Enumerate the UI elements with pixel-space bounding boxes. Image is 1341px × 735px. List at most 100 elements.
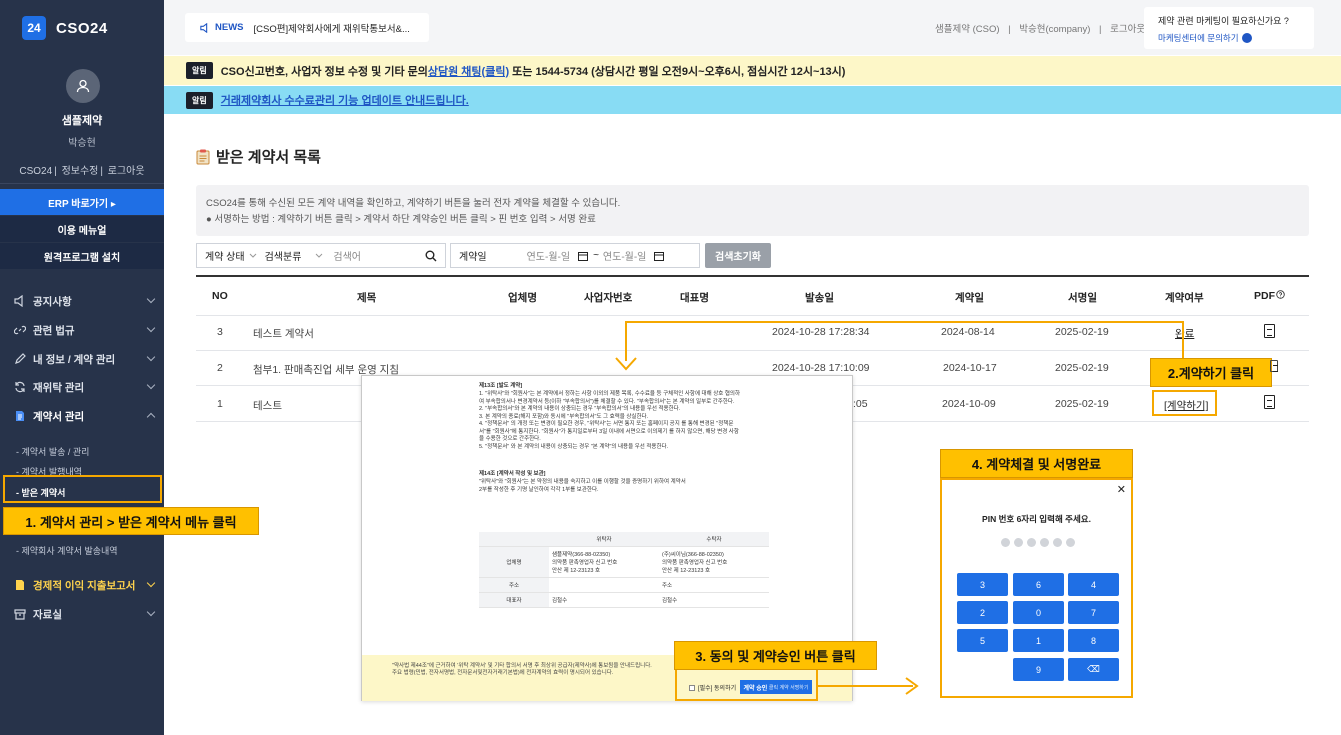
sidebar: 24 CSO24 샘플제약 박승현 CSO24 | 정보수정 | 로그아웃 ERP …	[0, 0, 164, 735]
menu-label: 계약서 관리	[33, 410, 85, 423]
manual-button[interactable]: 이용 메뉴얼	[0, 216, 164, 242]
section-title: 제14조 [계약서 작성 및 보관]	[479, 471, 546, 477]
row-divider	[196, 315, 1309, 316]
callout-step3: 3. 동의 및 계약승인 버튼 클릭	[674, 641, 877, 670]
help-icon[interactable]	[1276, 290, 1285, 299]
th-no: NO	[212, 290, 228, 302]
top-links: 샘플제약 (CSO) | 박승현(company) | 로그아웃	[932, 21, 1148, 35]
close-icon[interactable]: ✕	[1117, 483, 1126, 496]
search-filter: 계약 상태 검색분류 검색어	[196, 243, 446, 268]
menu-label: 관련 법규	[33, 324, 75, 337]
clipboard-icon	[196, 149, 210, 164]
speaker-icon	[200, 22, 208, 33]
chevron-up-icon	[146, 412, 156, 422]
chevron-down-icon	[146, 607, 156, 617]
menu-archive[interactable]: 자료실	[14, 604, 156, 624]
submenu-pharma-sent[interactable]: - 제약회사 계약서 발송내역	[16, 544, 118, 557]
refresh-icon	[15, 381, 25, 393]
marketing-promo[interactable]: 제약 관련 마케팅이 필요하신가요 ? 마케팅센터에 문의하기	[1144, 7, 1314, 49]
logout-link[interactable]: 로그아웃	[1110, 24, 1145, 35]
logo[interactable]: 24 CSO24	[22, 16, 108, 40]
pin-key[interactable]: 5	[957, 629, 1008, 652]
page-title-text: 받은 계약서 목록	[216, 149, 321, 166]
separator: |	[1008, 24, 1011, 35]
pin-key[interactable]: 8	[1068, 629, 1119, 652]
submenu-contract-send[interactable]: - 계약서 발송 / 관리	[16, 445, 89, 458]
search-input[interactable]: 검색어	[333, 248, 425, 263]
notice-bar-update: 알림 거래제약회사 수수료관리 기능 업데이트 안내드립니다.	[164, 86, 1341, 114]
notice-badge: 알림	[186, 91, 213, 109]
promo-link[interactable]: 마케팅센터에 문의하기	[1158, 32, 1314, 44]
reset-button[interactable]: 검색초기화	[705, 243, 771, 268]
highlight-received-contracts	[3, 475, 162, 503]
date-from-input[interactable]: 연도-월-일	[527, 248, 570, 263]
menu-notice[interactable]: 공지사항	[14, 291, 156, 311]
company-link[interactable]: 샘플제약 (CSO)	[935, 24, 1000, 35]
backspace-icon[interactable]: ⌫	[1068, 658, 1119, 681]
separator: |	[1099, 24, 1102, 35]
chevron-down-icon	[146, 352, 156, 362]
update-notice-link[interactable]: 거래제약회사 수수료관리 기능 업데이트 안내드립니다.	[221, 92, 469, 108]
calendar-icon[interactable]	[654, 251, 665, 261]
cell-title[interactable]: 테스트	[253, 398, 282, 413]
pin-key[interactable]: 6	[1013, 573, 1064, 596]
cell-contract: 2024-10-09	[942, 398, 996, 410]
table-top-border	[196, 275, 1309, 277]
edit-info-link[interactable]: 정보수정	[62, 166, 99, 177]
pin-key[interactable]: 1	[1013, 629, 1064, 652]
cell-sent: :05	[853, 398, 868, 410]
cell-status[interactable]: 완료	[1175, 326, 1194, 341]
arrow-circle-icon	[1241, 33, 1252, 43]
category-select[interactable]: 검색분류	[265, 248, 302, 263]
logout-link[interactable]: 로그아웃	[108, 166, 145, 177]
th-pdf: PDF	[1254, 290, 1285, 302]
pin-key[interactable]: 3	[957, 573, 1008, 596]
account-link[interactable]: 박승현(company)	[1019, 24, 1090, 35]
status-select[interactable]: 계약 상태	[205, 248, 245, 263]
chat-link[interactable]: 상담원 채팅(클릭)	[428, 63, 509, 79]
pdf-download-icon[interactable]	[1270, 360, 1278, 372]
pin-key[interactable]: 9	[1013, 658, 1064, 681]
pin-key[interactable]: 2	[957, 601, 1008, 624]
connector-line	[1182, 321, 1184, 358]
pin-key[interactable]: 7	[1068, 601, 1119, 624]
menu-reconsign[interactable]: 재위탁 관리	[14, 377, 156, 397]
pin-dialog: ✕ PIN 번호 6자리 입력해 주세요. 3 6 4 2 0 7 5 1 8 …	[940, 478, 1133, 698]
th-biz-no: 사업자번호	[584, 292, 633, 304]
cell-signed: 2025-02-19	[1055, 398, 1109, 410]
cell-signed: 2025-02-19	[1055, 326, 1109, 338]
date-to-input[interactable]: 연도-월-일	[603, 248, 646, 263]
menu-law[interactable]: 관련 법규	[14, 320, 156, 340]
remote-install-button[interactable]: 원격프로그램 설치	[0, 243, 164, 269]
pdf-download-icon[interactable]	[1264, 395, 1275, 409]
arrow-down-icon	[615, 357, 637, 371]
th-ceo: 대표명	[680, 292, 709, 304]
parties-table: 위탁자 수탁자 업체명 샘플제약(366-88-02350) 의약품 판촉영업자 신…	[479, 532, 769, 608]
menu-contract[interactable]: 계약서 관리	[14, 406, 156, 426]
pin-dots	[1001, 538, 1075, 547]
date-separator: ~	[593, 250, 599, 261]
menu-economic-report[interactable]: 경제적 이익 지출보고서	[14, 575, 156, 595]
notice-bar-support: 알림 CSO신고번호, 사업자 정보 수정 및 기타 문의 상담원 채팅(클릭)…	[164, 56, 1341, 85]
link-icon	[14, 325, 26, 335]
logo-badge: 24	[22, 16, 46, 40]
cell-title[interactable]: 테스트 계약서	[253, 326, 314, 341]
news-ticker[interactable]: NEWS [CSO편]제약회사에게 재위탁통보서&...	[185, 13, 429, 42]
cell-sent: 2024-10-28 17:10:09	[772, 362, 870, 374]
th-sent-date: 발송일	[805, 292, 834, 304]
user-name: 박승현	[68, 138, 96, 149]
calendar-icon[interactable]	[578, 251, 589, 261]
callout-step4: 4. 계약체결 및 서명완료	[940, 449, 1133, 478]
pin-key[interactable]: 0	[1013, 601, 1064, 624]
cso24-link[interactable]: CSO24	[19, 166, 52, 177]
pin-key[interactable]: 4	[1068, 573, 1119, 596]
erp-button[interactable]: ERP 바로가기 ▸	[0, 189, 164, 215]
page-description: CSO24를 통해 수신된 모든 계약 내역을 확인하고, 계약하기 버튼을 눌…	[196, 185, 1309, 236]
chevron-down-icon	[146, 578, 156, 588]
news-text[interactable]: [CSO편]제약회사에게 재위탁통보서&...	[254, 21, 410, 35]
section-body: 1. "위탁사"와 "회원사"는 본 계약에서 정하는 사항 이외의 제품 목록…	[479, 391, 741, 450]
avatar	[66, 69, 100, 103]
menu-my-info[interactable]: 내 정보 / 계약 관리	[14, 349, 156, 369]
search-icon[interactable]	[425, 250, 437, 262]
pdf-download-icon[interactable]	[1264, 324, 1275, 338]
